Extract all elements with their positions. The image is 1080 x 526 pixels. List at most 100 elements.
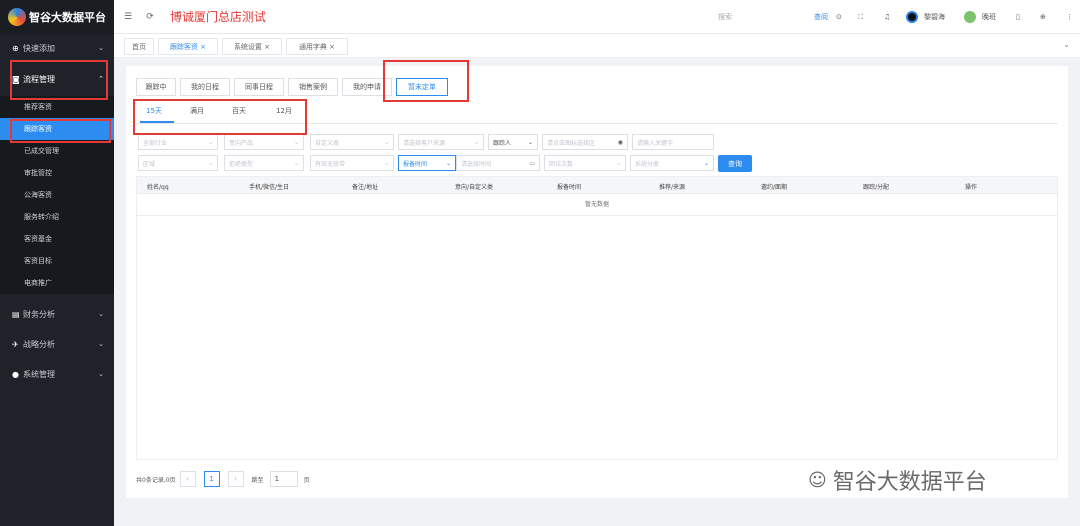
time-tab-12m[interactable]: 12月: [276, 106, 292, 116]
tab-settings-label: 系统设置: [233, 42, 262, 51]
system-class-select[interactable]: 系统分类 ⌄: [630, 155, 714, 171]
menu-finance[interactable]: ▤ 财务分析 ⌄: [0, 300, 114, 328]
product-select[interactable]: 意向产品 ⌄: [224, 134, 304, 150]
keyword-input[interactable]: 请输入关键字: [632, 134, 714, 150]
custom-class-select-value: 自定义类: [315, 139, 340, 147]
submenu-fund[interactable]: 客资基金: [0, 228, 114, 250]
time-tab-100d[interactable]: 百天: [232, 106, 246, 116]
submenu-tracking[interactable]: 跟踪客资: [0, 118, 114, 140]
close-icon[interactable]: ×: [200, 43, 206, 51]
chevron-down-icon[interactable]: ⌄: [1063, 40, 1070, 49]
date-picker[interactable]: 请选择时间 ▭: [456, 155, 540, 171]
globe-icon[interactable]: ⊕: [1040, 0, 1046, 34]
submenu-approval[interactable]: 审批管控: [0, 162, 114, 184]
chevron-down-icon: ⌄: [293, 159, 299, 167]
search-input[interactable]: 搜索: [718, 12, 732, 22]
camera-icon: ◙: [12, 74, 20, 84]
tab-no-order[interactable]: 暂未定单: [396, 78, 448, 96]
tab-settings[interactable]: 系统设置 ×: [222, 38, 282, 55]
region-picker-input[interactable]: 请点击图标选择区 ◉: [542, 134, 628, 150]
tab-label: 销售案例: [299, 83, 327, 91]
bell-icon[interactable]: ♫: [884, 0, 890, 34]
watermark-text: 智谷大数据平台: [832, 470, 987, 495]
menu-quick-add-label: 快速添加: [23, 43, 55, 53]
table-body: [136, 216, 1058, 460]
submenu-referral[interactable]: 服务转介绍: [0, 206, 114, 228]
current-page[interactable]: 1: [203, 471, 220, 487]
custom-class-select[interactable]: 自定义类 ⌄: [310, 134, 394, 150]
goto-page-input[interactable]: 1: [269, 471, 298, 487]
content-card: 跟踪中 我的日程 同事日程 销售案例 我的申请 暂未定单 15天 满月 百天 1…: [126, 66, 1068, 498]
fullscreen-icon[interactable]: ⛶: [858, 0, 863, 34]
menu-system[interactable]: ● 系统管理 ⌄: [0, 360, 114, 388]
sidebar: 智谷大数据平台 ⊕ 快速添加 ⌄ ◙ 流程管理 ⌃ 推荐客资 跟踪客资 已成交管理 审批…: [0, 0, 114, 526]
chevron-down-icon: ⌄: [293, 138, 299, 146]
menu-process[interactable]: ◙ 流程管理 ⌃: [0, 62, 114, 96]
user-menu-1[interactable]: 黎碧海: [906, 0, 945, 34]
valid-select[interactable]: 有效无效带 ⌄: [310, 155, 394, 171]
tab-home[interactable]: 首页: [124, 38, 154, 55]
chevron-down-icon: ⌄: [383, 159, 389, 167]
tab-my-schedule[interactable]: 我的日程: [180, 78, 230, 96]
divider: [136, 123, 1058, 124]
report-time-value: 报备时间: [403, 160, 428, 168]
chevron-down-icon: ⌄: [703, 159, 709, 167]
menu-quick-add[interactable]: ⊕ 快速添加 ⌄: [0, 34, 114, 62]
query-link[interactable]: 查阅: [814, 0, 828, 34]
submenu-closed[interactable]: 已成交管理: [0, 140, 114, 162]
close-icon[interactable]: ×: [329, 43, 335, 51]
store-name: 博诚厦门总店测试: [170, 10, 267, 24]
submenu-recommend[interactable]: 推荐客资: [0, 96, 114, 118]
tab-label: 同事日程: [245, 83, 273, 91]
reject-type-select[interactable]: 拒绝类型 ⌄: [224, 155, 304, 171]
tab-tracking[interactable]: 跟踪客资 ×: [158, 38, 218, 55]
chevron-down-icon: ⌄: [473, 138, 479, 146]
submenu-target[interactable]: 客资目标: [0, 250, 114, 272]
mobile-icon[interactable]: ▯: [1016, 0, 1020, 34]
tab-my-requests[interactable]: 我的申请: [342, 78, 392, 96]
tab-dictionary-label: 通用字典: [298, 42, 327, 51]
pagination: 共0条记录,0页 ‹ 1 › 跳至 1 页: [136, 470, 310, 488]
chevron-down-icon: ⌄: [207, 159, 213, 167]
menu-fold-icon[interactable]: ☰: [120, 12, 136, 22]
col-invite: 邀约/面期: [761, 184, 788, 191]
plus-circle-icon: ⊕: [12, 43, 19, 53]
refresh-icon[interactable]: ⟳: [142, 12, 158, 22]
menu-process-label: 流程管理: [23, 74, 55, 84]
area-select[interactable]: 区域 ⌄: [138, 155, 218, 171]
tracker-select[interactable]: 跟踪人 ⌄: [488, 134, 538, 150]
chevron-down-icon: ⌄: [98, 340, 104, 348]
next-page-button[interactable]: ›: [227, 471, 244, 487]
report-time-select[interactable]: 报备时间 ⌄: [398, 155, 456, 171]
query-button[interactable]: 查询: [718, 155, 752, 172]
industry-select-value: 全部行业: [143, 139, 168, 147]
tab-label: 跟踪中: [145, 83, 167, 91]
menu-strategy[interactable]: ✈ 战略分析 ⌄: [0, 330, 114, 358]
page-tabs: 首页 跟踪客资 × 系统设置 × 通用字典 × ⌄: [114, 34, 1080, 58]
tab-tracking-status[interactable]: 跟踪中: [136, 78, 176, 96]
menu-system-label: 系统管理: [23, 369, 55, 379]
more-icon[interactable]: ⋮: [1066, 0, 1073, 34]
chevron-down-icon: ⌄: [615, 159, 621, 167]
time-tab-15d[interactable]: 15天: [146, 106, 162, 116]
eye-icon: ◉: [617, 138, 623, 146]
tab-dictionary[interactable]: 通用字典 ×: [286, 38, 348, 55]
chart-icon: ▤: [12, 309, 20, 319]
chevron-down-icon: ⌄: [383, 138, 389, 146]
valid-select-value: 有效无效带: [315, 160, 346, 168]
submenu-public-pool[interactable]: 公海客资: [0, 184, 114, 206]
industry-select[interactable]: 全部行业 ⌄: [138, 134, 218, 150]
user-menu-2[interactable]: 晚班: [964, 0, 996, 34]
visits-select[interactable]: 回访次数 ⌄: [544, 155, 626, 171]
tab-sales-cases[interactable]: 销售案例: [288, 78, 338, 96]
submenu-ecommerce[interactable]: 电商推广: [0, 272, 114, 294]
tab-colleague-schedule[interactable]: 同事日程: [234, 78, 284, 96]
col-source: 推荐/来源: [659, 184, 686, 191]
close-icon[interactable]: ×: [264, 43, 270, 51]
target-icon[interactable]: ⊙: [836, 0, 842, 34]
visits-select-value: 回访次数: [549, 160, 574, 168]
avatar: [906, 11, 918, 23]
prev-page-button[interactable]: ‹: [179, 471, 196, 487]
source-select[interactable]: 请选择客户来源 ⌄: [398, 134, 484, 150]
time-tab-month[interactable]: 满月: [190, 106, 204, 116]
